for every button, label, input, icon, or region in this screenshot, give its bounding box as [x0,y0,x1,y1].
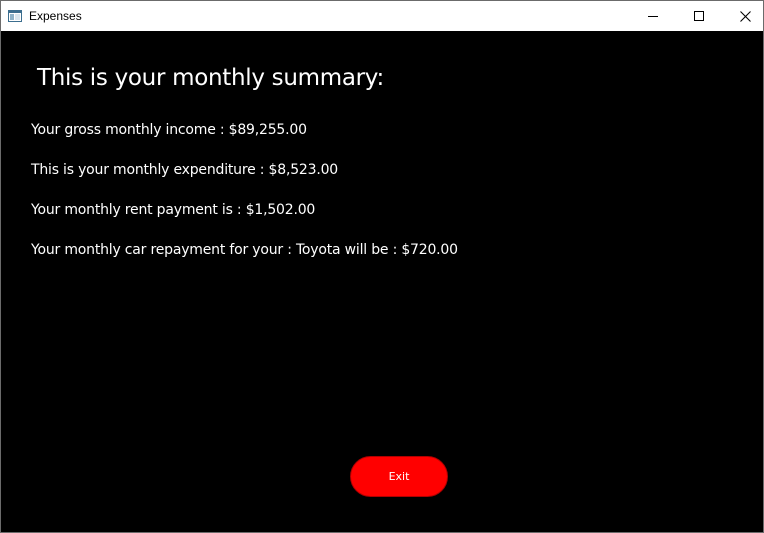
exit-button[interactable]: Exit [350,456,448,497]
rent-payment-text: Your monthly rent payment is : $1,502.00 [31,202,316,218]
minimize-icon [648,11,658,21]
maximize-icon [694,11,704,21]
expenses-window: Expenses This is your monthly summary: Y… [0,0,764,533]
window-title: Expenses [29,9,82,23]
close-icon [739,10,751,22]
close-button[interactable] [722,1,764,31]
window-app-icon [8,9,22,22]
summary-heading: This is your monthly summary: [37,65,384,91]
car-repayment-text: Your monthly car repayment for your : To… [31,242,458,258]
maximize-button[interactable] [676,1,722,31]
title-bar[interactable]: Expenses [1,1,763,31]
gross-income-text: Your gross monthly income : $89,255.00 [31,122,307,138]
summary-panel: This is your monthly summary: Your gross… [1,31,763,528]
minimize-button[interactable] [630,1,676,31]
expenditure-text: This is your monthly expenditure : $8,52… [31,162,338,178]
